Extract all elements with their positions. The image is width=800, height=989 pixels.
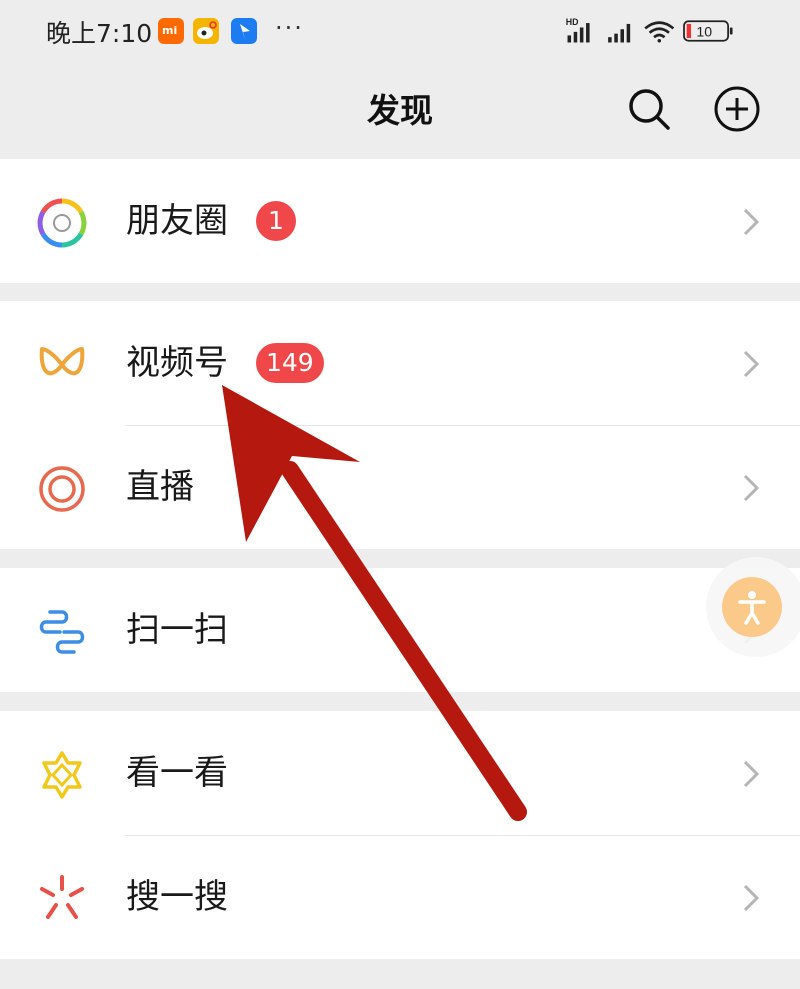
signal-icon-2 [608, 23, 631, 43]
scan-label: 扫一扫 [126, 610, 228, 650]
nav-bar: 发现 [0, 64, 800, 160]
chevron-right-icon [743, 474, 760, 502]
hd-label: HD [566, 17, 579, 27]
group-channels: 视频号 149 直播 [0, 301, 800, 549]
list-item-channels[interactable]: 视频号 149 [0, 301, 800, 425]
wifi-icon [644, 21, 675, 43]
search-sparkle-icon [40, 875, 84, 919]
list-item-search[interactable]: 搜一搜 [0, 835, 800, 959]
moments-aperture-icon [37, 198, 87, 248]
plus-circle-icon[interactable] [712, 84, 762, 134]
moments-badge: 1 [256, 201, 296, 241]
weibo-icon [193, 18, 219, 44]
scan-icon [39, 610, 85, 654]
chevron-right-icon [743, 208, 760, 236]
status-bar: 晚上7:10 mi ··· HD 10 [0, 0, 800, 64]
channels-badge: 149 [256, 343, 324, 383]
accessibility-icon-bg [722, 577, 782, 637]
maps-icon [231, 18, 257, 44]
search-label: 搜一搜 [126, 877, 228, 917]
list-item-top-stories[interactable]: 看一看 [0, 711, 800, 835]
mi-app-icon: mi [158, 18, 184, 44]
chevron-right-icon [743, 350, 760, 378]
channels-label: 视频号 [126, 343, 228, 383]
moments-label: 朋友圈 [126, 201, 228, 241]
group-scan: 扫一扫 [0, 568, 800, 692]
chevron-right-icon [743, 760, 760, 788]
group-stories-search: 看一看 搜一搜 [0, 711, 800, 959]
live-label: 直播 [126, 467, 194, 507]
channels-icon [39, 347, 85, 376]
mi-label: mi [162, 24, 178, 37]
top-stories-label: 看一看 [126, 753, 228, 793]
status-indicators: HD 10 [566, 17, 733, 43]
battery-level: 10 [696, 23, 712, 39]
battery-icon: 10 [683, 20, 733, 42]
list-item-scan[interactable]: 扫一扫 [0, 568, 800, 692]
top-stories-icon [42, 751, 82, 799]
live-icon [39, 466, 85, 512]
list-item-moments[interactable]: 朋友圈 1 [0, 159, 800, 283]
chevron-right-icon [743, 884, 760, 912]
search-icon[interactable] [624, 84, 674, 134]
floating-accessibility-button[interactable] [706, 557, 800, 657]
group-moments: 朋友圈 1 [0, 159, 800, 283]
status-time: 晚上7:10 [46, 19, 153, 48]
page-title: 发现 [367, 91, 433, 130]
more-notifications-dots: ··· [275, 14, 304, 42]
list-item-live[interactable]: 直播 [0, 425, 800, 549]
accessibility-icon [738, 591, 766, 625]
